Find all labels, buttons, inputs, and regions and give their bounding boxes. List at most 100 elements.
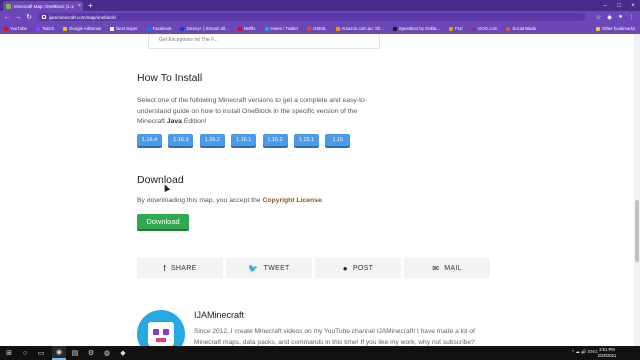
bookmark-item[interactable]: Best Super [110, 26, 138, 31]
download-note-end: . [321, 197, 324, 204]
version-button[interactable]: 1.15 [325, 134, 351, 146]
tab-active[interactable]: Minecraft Map: OneBlock (1.16.4... × [3, 1, 83, 11]
bookmark-favicon-icon [307, 26, 312, 31]
reddit-icon: ● [342, 263, 348, 273]
version-button[interactable]: 1.16.2 [199, 134, 225, 146]
bookmark-item[interactable]: Netflix [237, 26, 256, 31]
share-buttons: f SHARE 🐦 TWEET ● POST ✉ MAIL [137, 258, 493, 278]
app-icon[interactable]: ◆ [116, 346, 130, 360]
share-label: POST [352, 264, 374, 272]
bookmark-favicon-icon [448, 26, 453, 31]
bookmark-label: GOG.com [478, 26, 498, 31]
windows-start-icon[interactable]: ⊞ [2, 346, 16, 360]
bookmark-label: Best Super [116, 26, 138, 31]
version-button[interactable]: 1.16.4 [137, 134, 162, 146]
copyright-license-link[interactable]: Copyright License [262, 197, 321, 204]
bookmark-label: Twitch [41, 26, 55, 31]
clock-date: 2/28/2021 [597, 353, 617, 358]
mail-icon: ✉ [432, 263, 440, 273]
download-note-text: By downloading this map, you accept the [137, 197, 263, 204]
page-content: Get Exceptions Int The F... How To Insta… [0, 34, 640, 346]
bookmark-item[interactable]: Home / Twitter [264, 26, 299, 31]
new-tab-button[interactable]: + [88, 1, 93, 10]
minimize-icon[interactable]: – [598, 0, 612, 11]
bookmark-item[interactable]: GMAIL [307, 26, 327, 31]
profile-icon[interactable]: ● [616, 12, 625, 22]
menu-icon[interactable]: ⋮ [627, 12, 636, 22]
reload-icon[interactable]: ↻ [24, 11, 34, 23]
other-bookmarks[interactable]: Other bookmarks [596, 26, 635, 31]
install-text-end: Edition! [181, 118, 207, 125]
share-button-post[interactable]: ● POST [315, 258, 401, 278]
folder-icon [596, 26, 601, 31]
bookmark-favicon-icon [335, 26, 340, 31]
bookmark-label: Social Blade [512, 26, 537, 31]
url-text: ijamminecraft.com/map/oneblock/ [49, 14, 117, 20]
download-heading: Download [137, 174, 184, 186]
download-note: By downloading this map, you accept the … [137, 197, 324, 204]
download-button[interactable]: Download [137, 214, 189, 229]
share-label: TWEET [263, 264, 290, 272]
close-window-icon[interactable]: × [626, 0, 640, 11]
share-label: SHARE [170, 264, 197, 272]
bookmark-favicon-icon [237, 26, 242, 31]
bookmark-label: YouTube [10, 26, 27, 31]
scrollbar[interactable] [634, 34, 640, 346]
url-input[interactable]: ijamminecraft.com/map/oneblock/ [38, 13, 586, 21]
extension-icon[interactable]: ◆ [605, 12, 614, 22]
install-heading: How To Install [137, 72, 203, 84]
bookmark-label: PLE [454, 26, 464, 31]
bookmark-favicon-icon [35, 26, 40, 31]
bookmark-item[interactable]: Disney+ | Stream all... [180, 26, 229, 31]
avatar-eye [163, 329, 169, 335]
bookmark-item[interactable]: Facebook [146, 26, 171, 31]
bookmark-item[interactable]: PLE [448, 26, 464, 31]
bookmark-label: Amazon.com.au: Sh... [341, 26, 384, 31]
forward-icon[interactable]: → [13, 11, 23, 23]
bookmark-item[interactable]: Speedtest by Ookla... [392, 26, 440, 31]
share-button-share[interactable]: f SHARE [137, 258, 223, 278]
bookmarks-bar: YouTube Twitch Google AdSense Best Super Fac… [0, 23, 640, 34]
scrollbar-thumb[interactable] [635, 200, 639, 262]
share-button-mail[interactable]: ✉ MAIL [404, 258, 490, 278]
avatar-mouth [156, 338, 166, 342]
share-label: MAIL [444, 264, 462, 272]
chrome-icon[interactable]: ◉ [52, 346, 66, 360]
bookmark-favicon-icon [264, 26, 269, 31]
clock[interactable]: 2:51 PM 2/28/2021 [594, 347, 620, 359]
bookmark-item[interactable]: Google AdSense [63, 26, 101, 31]
bookmark-item[interactable]: Amazon.com.au: Sh... [335, 26, 384, 31]
search-icon[interactable]: ○ [18, 346, 32, 360]
site-favicon-icon [6, 3, 11, 9]
bookmark-favicon-icon [4, 26, 8, 31]
bookmark-item[interactable]: GOG.com [472, 26, 497, 31]
back-icon[interactable]: ← [2, 11, 12, 23]
version-button[interactable]: 1.16.1 [231, 134, 257, 146]
avatar-face [148, 322, 174, 346]
maximize-icon[interactable]: □ [612, 0, 626, 11]
bookmark-label: Google AdSense [69, 26, 102, 31]
bookmark-item[interactable]: Social Blade [506, 26, 536, 31]
facebook-icon: f [163, 263, 166, 273]
task-view-icon[interactable]: ▭ [34, 346, 48, 360]
share-button-tweet[interactable]: 🐦 TWEET [226, 258, 312, 278]
install-text-bold: Java [166, 118, 182, 125]
star-icon[interactable]: ☆ [594, 12, 603, 22]
bookmark-favicon-icon [392, 26, 397, 31]
bookmark-favicon-icon [180, 26, 185, 31]
explorer-icon[interactable]: ▤ [68, 346, 82, 360]
settings-icon[interactable]: ⚙ [84, 346, 98, 360]
bookmark-favicon-icon [146, 26, 151, 31]
version-button[interactable]: 1.16.3 [168, 134, 194, 146]
version-button[interactable]: 1.15.2 [262, 134, 288, 146]
version-buttons: 1.16.4 1.16.3 1.16.2 1.16.1 1.15.2 1.15.1 1.15 [137, 134, 357, 146]
steam-icon[interactable]: ◍ [100, 346, 114, 360]
author-avatar [137, 310, 185, 346]
bookmark-item[interactable]: Twitch [35, 26, 55, 31]
version-button[interactable]: 1.15.1 [293, 134, 319, 146]
avatar-eye [153, 329, 159, 335]
tab-close-icon[interactable]: × [78, 3, 81, 9]
bookmark-favicon-icon [472, 26, 477, 31]
bookmark-label: Home / Twitter [270, 26, 299, 31]
bookmark-item[interactable]: YouTube [4, 26, 27, 31]
